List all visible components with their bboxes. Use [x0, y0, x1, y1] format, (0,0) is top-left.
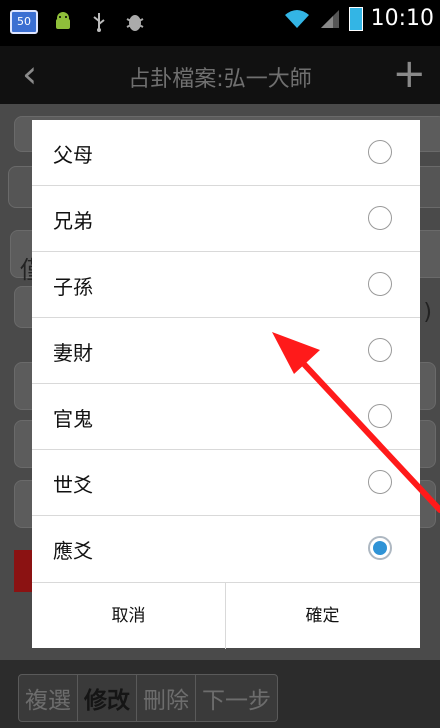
- option-row[interactable]: 兄弟: [32, 186, 420, 252]
- next-step-button[interactable]: 下一步: [196, 675, 277, 721]
- multi-select-button[interactable]: 複選: [19, 675, 78, 721]
- radio-button[interactable]: [368, 206, 392, 230]
- option-label: 應爻: [53, 539, 93, 563]
- option-row[interactable]: 應爻: [32, 516, 420, 581]
- radio-button-selected[interactable]: [368, 536, 392, 560]
- usb-icon: [88, 11, 110, 33]
- radio-button[interactable]: [368, 338, 392, 362]
- add-icon[interactable]: +: [392, 50, 426, 98]
- android-icon: [52, 11, 74, 33]
- confirm-button[interactable]: 確定: [226, 583, 419, 649]
- option-label: 妻財: [53, 341, 93, 365]
- option-label: 子孫: [53, 275, 93, 299]
- bottom-toolbar: 複選 修改 刪除 下一步: [0, 660, 440, 728]
- cancel-button[interactable]: 取消: [32, 583, 226, 649]
- option-label: 兄弟: [53, 209, 93, 233]
- select-dialog: 父母 兄弟 子孫 妻財 官鬼 世爻 應爻 取消 確定: [32, 120, 420, 649]
- app-bar: ‹ 占卦檔案:弘一大師 +: [0, 46, 440, 104]
- status-bar: 50 10:10: [0, 0, 440, 46]
- option-row[interactable]: 子孫: [32, 252, 420, 318]
- clock: 10:10: [370, 6, 434, 31]
- option-row[interactable]: 世爻: [32, 450, 420, 516]
- background-partial-text: ): [423, 300, 432, 325]
- status-left-icons: 50: [10, 10, 146, 34]
- option-row[interactable]: 妻財: [32, 318, 420, 384]
- background-red-marker: [14, 550, 34, 592]
- option-row[interactable]: 父母: [32, 120, 420, 186]
- option-row[interactable]: 官鬼: [32, 384, 420, 450]
- battery-icon: [348, 6, 363, 31]
- radio-button[interactable]: [368, 470, 392, 494]
- edit-button[interactable]: 修改: [78, 675, 137, 721]
- option-label: 父母: [53, 143, 93, 167]
- dialog-actions: 取消 確定: [32, 582, 420, 649]
- debug-icon: [124, 11, 146, 33]
- option-label: 官鬼: [53, 407, 93, 431]
- notification-50-icon: 50: [10, 10, 38, 34]
- radio-button[interactable]: [368, 272, 392, 296]
- status-right-icons: 10:10: [283, 6, 434, 31]
- wifi-icon: [283, 8, 311, 30]
- page-title: 占卦檔案:弘一大師: [128, 67, 312, 92]
- toolbar-button-group: 複選 修改 刪除 下一步: [18, 674, 278, 722]
- radio-button[interactable]: [368, 140, 392, 164]
- delete-button[interactable]: 刪除: [137, 675, 196, 721]
- radio-button[interactable]: [368, 404, 392, 428]
- signal-icon: [319, 8, 341, 30]
- option-label: 世爻: [53, 473, 93, 497]
